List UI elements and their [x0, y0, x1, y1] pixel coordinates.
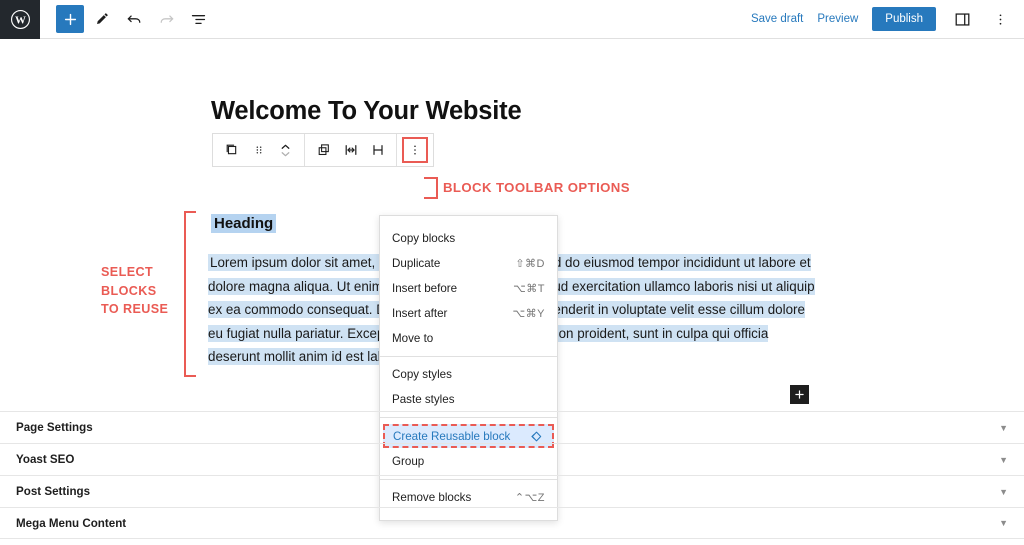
duplicate-blocks-icon[interactable]: [310, 134, 337, 166]
meta-box-panels: Page Settings ▼ Yoast SEO ▼ Post Setting…: [0, 411, 1024, 539]
annotation-bracket-select-blocks: [184, 211, 196, 377]
annotation-select-line-1: SELECT: [101, 265, 154, 279]
pencil-icon[interactable]: [88, 5, 116, 33]
chevron-down-icon[interactable]: ▼: [999, 518, 1008, 528]
annotation-block-toolbar-label: BLOCK TOOLBAR OPTIONS: [443, 180, 630, 195]
menu-item-label: Insert before: [392, 282, 458, 295]
panel-post-settings[interactable]: Post Settings ▼: [0, 475, 1024, 507]
vertical-dots-icon[interactable]: [988, 7, 1012, 31]
block-toolbar: [212, 133, 434, 167]
menu-item-shortcut: ⌥⌘T: [513, 283, 545, 295]
block-toolbar-group-block: [213, 134, 304, 166]
move-up-down-icon[interactable]: [272, 134, 299, 166]
panel-label: Post Settings: [16, 485, 91, 498]
panel-label: Yoast SEO: [16, 453, 75, 466]
menu-item-label: Paste styles: [392, 393, 455, 406]
panel-mega-menu-content[interactable]: Mega Menu Content ▼: [0, 507, 1024, 539]
chevron-down-icon[interactable]: ▼: [999, 423, 1008, 433]
menu-item-paste-styles[interactable]: Paste styles: [380, 387, 557, 412]
wordpress-logo-icon[interactable]: W: [0, 0, 40, 39]
menu-item-label: Copy styles: [392, 368, 452, 381]
undo-arrow-icon[interactable]: [120, 5, 148, 33]
panel-label: Page Settings: [16, 421, 93, 434]
menu-item-shortcut: ⇧⌘D: [515, 258, 545, 270]
settings-sidebar-icon[interactable]: [950, 7, 974, 31]
menu-item-shortcut: ⌥⌘Y: [512, 308, 545, 320]
menu-item-label: Move to: [392, 332, 434, 345]
menu-item-copy-styles[interactable]: Copy styles: [380, 362, 557, 387]
annotation-select-line-3: TO REUSE: [101, 302, 169, 316]
align-justify-icon[interactable]: [364, 134, 391, 166]
block-options-more-button[interactable]: [402, 137, 428, 163]
add-block-button[interactable]: [56, 5, 84, 33]
align-center-icon[interactable]: [337, 134, 364, 166]
menu-item-insert-before[interactable]: Insert before ⌥⌘T: [380, 276, 557, 301]
svg-text:W: W: [15, 14, 26, 26]
save-draft-button[interactable]: Save draft: [751, 13, 803, 25]
redo-arrow-icon[interactable]: [152, 5, 180, 33]
menu-section-styles: Copy styles Paste styles: [380, 356, 557, 417]
annotation-bracket-toolbar: [424, 177, 438, 199]
top-bar-left-tools: [56, 5, 212, 33]
block-type-icon[interactable]: [218, 134, 245, 166]
heading-block[interactable]: Heading: [211, 214, 277, 233]
annotation-select-line-2: BLOCKS: [101, 283, 157, 298]
editor-top-bar: W Save draft Preview Publish: [0, 0, 1024, 39]
wordpress-block-editor: W Save draft Preview Publish Welcome To …: [0, 0, 1024, 545]
editor-canvas: Welcome To Your Website BLOCK TOOLBAR OP…: [0, 39, 1024, 521]
block-toolbar-more-wrapper: [396, 134, 433, 166]
menu-item-label: Copy blocks: [392, 232, 456, 245]
chevron-down-icon[interactable]: ▼: [999, 487, 1008, 497]
block-toolbar-group-layout: [304, 134, 396, 166]
menu-section-clipboard: Copy blocks Duplicate ⇧⌘D Insert before …: [380, 221, 557, 356]
menu-item-duplicate[interactable]: Duplicate ⇧⌘D: [380, 251, 557, 276]
panel-label: Mega Menu Content: [16, 516, 127, 530]
top-bar-right-actions: Save draft Preview Publish: [751, 7, 1012, 31]
menu-item-copy-blocks[interactable]: Copy blocks: [380, 226, 557, 251]
panel-page-settings[interactable]: Page Settings ▼: [0, 411, 1024, 443]
menu-item-label: Duplicate: [392, 257, 441, 270]
menu-item-label: Insert after: [392, 307, 448, 320]
list-view-icon[interactable]: [184, 5, 212, 33]
menu-item-insert-after[interactable]: Insert after ⌥⌘Y: [380, 301, 557, 326]
panel-yoast-seo[interactable]: Yoast SEO ▼: [0, 443, 1024, 475]
annotation-select-blocks-label: SELECT BLOCKS TO REUSE: [101, 263, 168, 319]
preview-button[interactable]: Preview: [817, 13, 858, 25]
drag-handle-icon[interactable]: [245, 134, 272, 166]
block-appender-button[interactable]: [790, 385, 809, 404]
menu-item-move-to[interactable]: Move to: [380, 326, 557, 351]
chevron-down-icon[interactable]: ▼: [999, 455, 1008, 465]
page-title[interactable]: Welcome To Your Website: [211, 97, 522, 126]
publish-button[interactable]: Publish: [872, 7, 936, 31]
